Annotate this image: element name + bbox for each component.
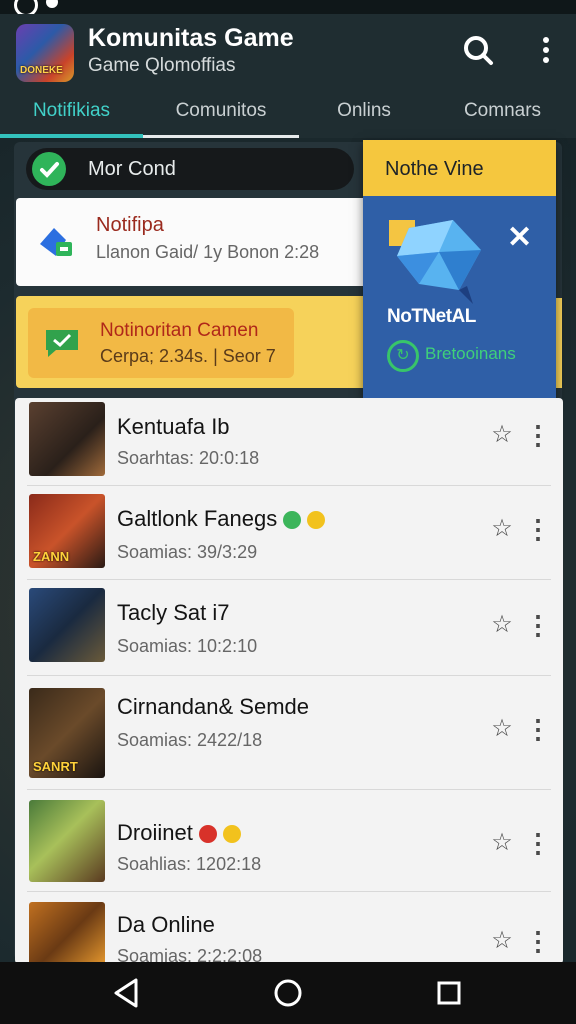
smile-emoji-icon [222,825,241,844]
list-item[interactable]: Tacly Sat i7 Soamias: 10:2:10 ☆ ⋮ [15,580,563,676]
status-dot-icon [46,0,58,8]
app-icon[interactable]: DONEKE [16,24,74,82]
status-bar [0,0,576,17]
more-vertical-icon[interactable]: ⋮ [525,422,551,448]
tab-comnars[interactable]: Comnars [429,96,576,136]
popup-title: Nothe Vine [385,158,484,180]
star-icon[interactable]: ☆ [489,516,515,542]
list-item[interactable]: ZANN Galtlonk Fanegs Soamias: 39/3:29 ☆ … [15,486,563,580]
game-subtitle: Soarhtas: 20:0:18 [117,448,260,468]
smile-emoji-icon [307,511,326,530]
more-vertical-icon[interactable] [526,32,566,72]
game-title: Droiinet [117,820,241,846]
tab-bar: Notifikias Comunitos Onlins Comnars [0,96,576,138]
game-thumbnail: ZANN [29,494,105,568]
chat-icon [32,152,66,186]
notification-subtitle: Llanon Gaid/ 1y Bonon 2:28 [96,242,320,262]
search-icon[interactable] [458,32,498,72]
star-icon[interactable]: ☆ [489,612,515,638]
game-list: Kentuafa Ib Soarhtas: 20:0:18 ☆ ⋮ ZANN G… [15,398,563,964]
crystal-gem-icon [389,220,485,304]
star-icon[interactable]: ☆ [489,928,515,954]
list-item[interactable]: Da Online Soamias: 2:2:2:08 ☆ ⋮ [15,892,563,964]
popup-label: NoTNetAL [387,306,476,327]
app-title: Komunitas Game [88,24,294,52]
list-item[interactable]: Droiinet Soahlias: 1202:18 ☆ ⋮ [15,790,563,892]
game-title: Da Online [117,912,215,937]
system-nav-bar [0,962,576,1024]
game-title: Tacly Sat i7 [117,600,230,625]
game-thumbnail [29,588,105,662]
app-subtitle: Game Qlomoffias [88,55,236,76]
tab-comunitos[interactable]: Comunitos [143,96,299,136]
game-subtitle: Soahlias: 1202:18 [117,854,262,874]
clover-emoji-icon [283,511,302,530]
game-title: Galtlonk Fanegs [117,506,326,532]
notification-title: Notifipa [96,214,164,236]
popup-badge[interactable]: ↻ Bretooinans [387,338,539,372]
app-header: DONEKE Komunitas Game Game Qlomoffias No… [0,14,576,138]
alert-card-inner: Notinoritan Camen Cerpa; 2.34s. | Seor 7 [28,308,294,378]
back-icon[interactable] [110,976,144,1010]
close-icon[interactable]: ✕ [507,220,532,255]
alert-title: Notinoritan Camen [100,320,259,341]
refresh-icon: ↻ [387,340,419,372]
game-subtitle: Soamias: 39/3:29 [117,542,258,562]
game-thumbnail: SANRT [29,688,105,778]
popup-header: Nothe Vine [363,140,556,196]
angry-emoji-icon [198,825,217,844]
alert-subtitle: Cerpa; 2.34s. | Seor 7 [100,346,276,366]
gamepad-notify-icon [36,222,76,260]
game-thumbnail [29,800,105,882]
message-check-icon [42,326,82,360]
more-vertical-icon[interactable]: ⋮ [525,516,551,542]
popup-badge-text: Bretooinans [425,344,516,363]
game-thumbnail [29,402,105,476]
more-vertical-icon[interactable]: ⋮ [525,928,551,954]
active-tab-indicator [0,134,143,138]
star-icon[interactable]: ☆ [489,830,515,856]
more-vertical-icon[interactable]: ⋮ [525,612,551,638]
chip-label: Mor Cond [88,158,176,180]
notification-popup[interactable]: Nothe Vine ✕ NoTNetAL ↻ Bretooinans [363,140,556,398]
tab-notifikias[interactable]: Notifikias [0,96,143,136]
notification-card[interactable]: Notifipa Llanon Gaid/ 1y Bonon 2:28 [16,198,372,286]
list-item[interactable]: Kentuafa Ib Soarhtas: 20:0:18 ☆ ⋮ [15,398,563,486]
home-icon[interactable] [271,976,305,1010]
game-title: Cirnandan& Semde [117,694,310,719]
tab-onlins[interactable]: Onlins [299,96,429,136]
star-icon[interactable]: ☆ [489,422,515,448]
list-item[interactable]: SANRT Cirnandan& Semde Soamias: 2422/18 … [15,676,563,790]
game-thumbnail [29,902,105,964]
more-vertical-icon[interactable]: ⋮ [525,830,551,856]
game-subtitle: Soamias: 2422/18 [117,730,263,750]
tab-divider [143,135,299,138]
app-icon-text: DONEKE [20,65,63,76]
more-vertical-icon[interactable]: ⋮ [525,716,551,742]
thumbnail-text: ZANN [33,549,70,564]
game-title: Kentuafa Ib [117,414,230,439]
game-subtitle: Soamias: 10:2:10 [117,636,258,656]
alert-card[interactable]: Notinoritan Camen Cerpa; 2.34s. | Seor 7 [16,296,372,388]
star-icon[interactable]: ☆ [489,716,515,742]
thumbnail-text: SANRT [33,759,78,774]
filter-chip[interactable]: Mor Cond [26,148,354,190]
recents-icon[interactable] [432,976,466,1010]
